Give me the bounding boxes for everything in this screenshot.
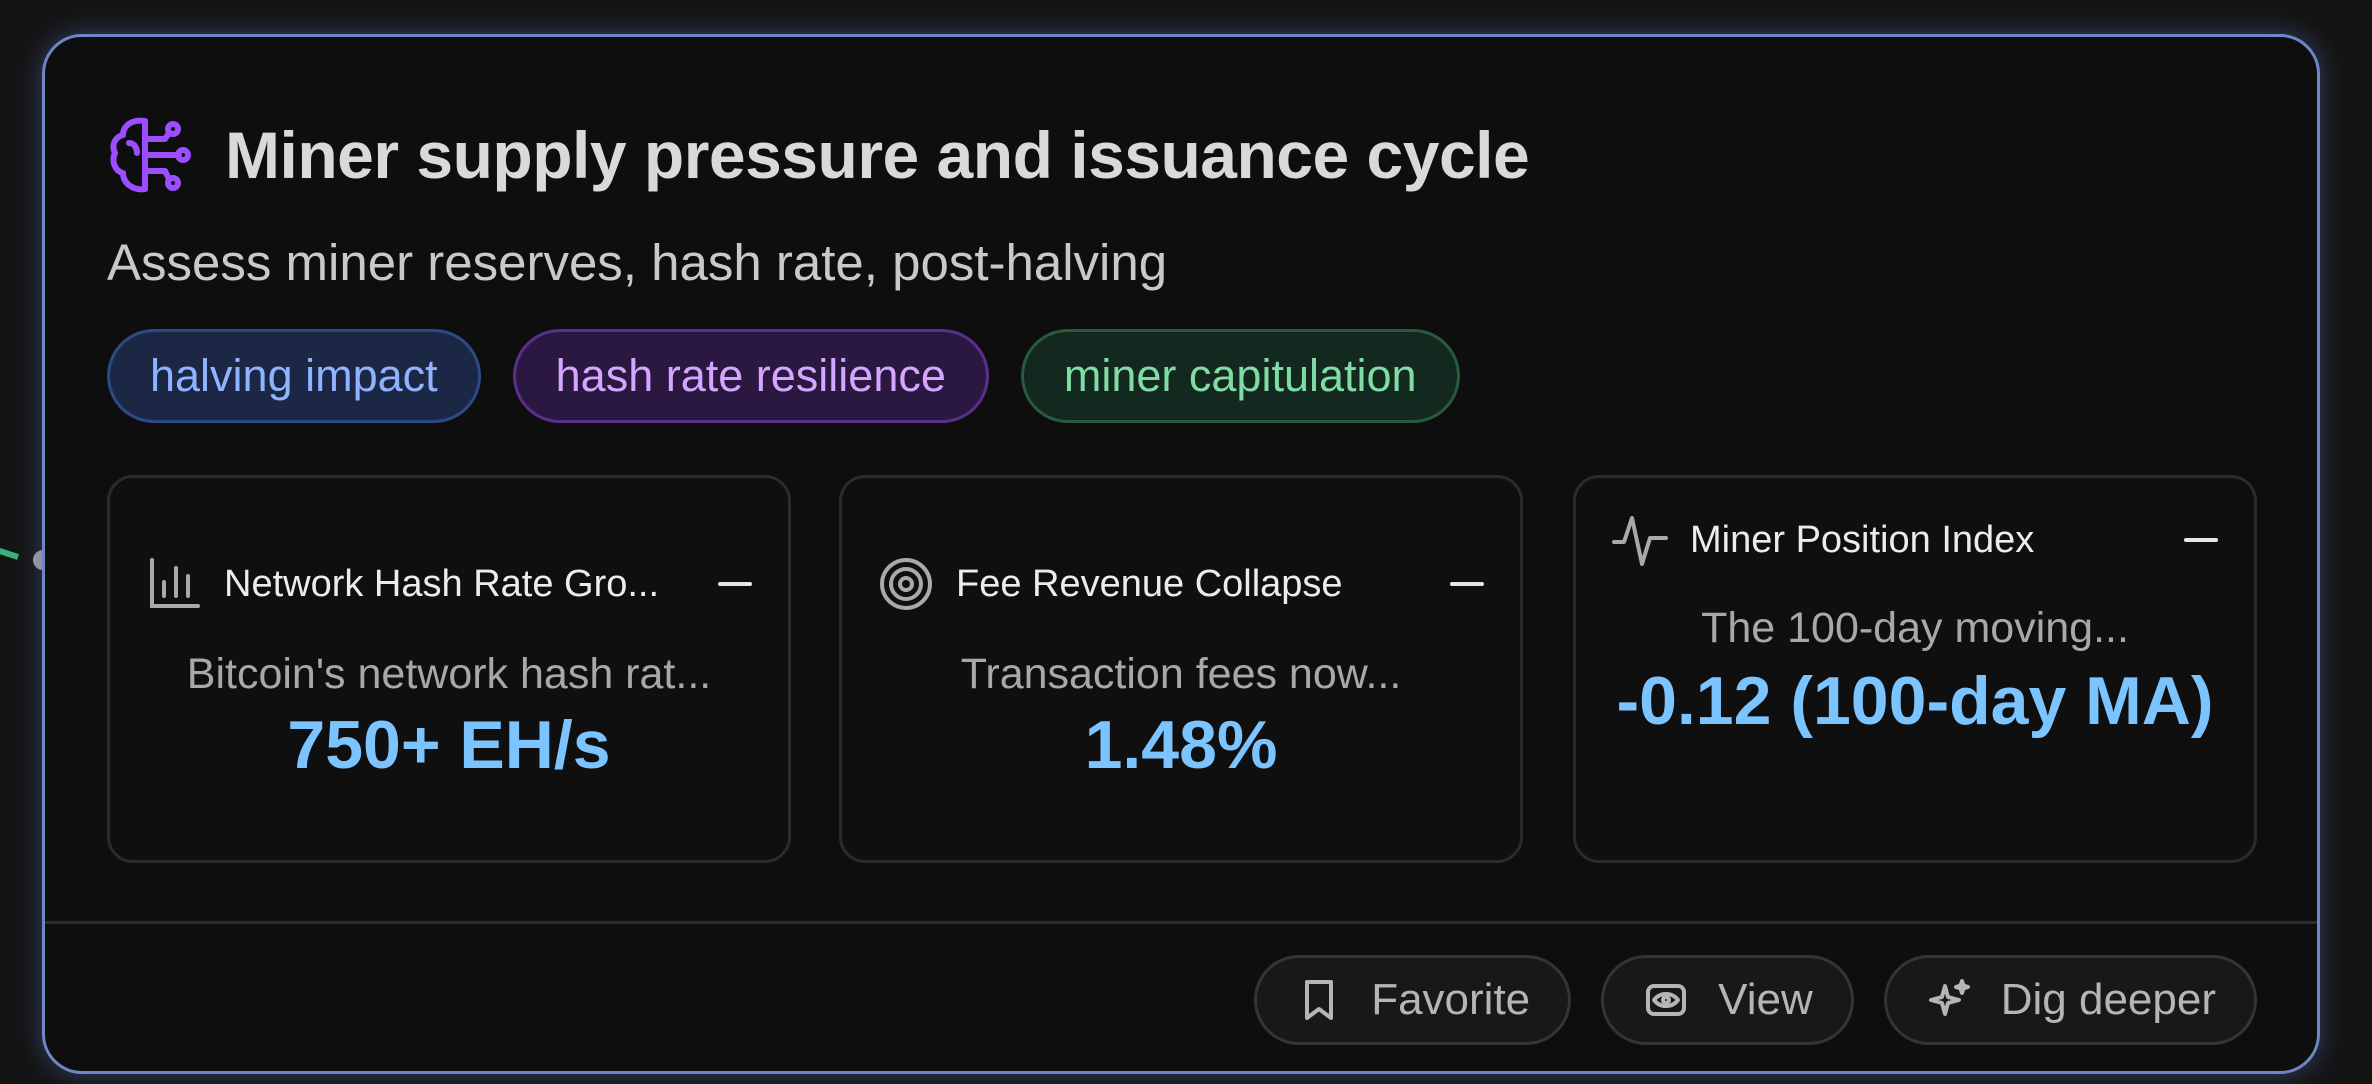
metric-label: Fee Revenue Collapse bbox=[956, 562, 1343, 605]
metric-label: Network Hash Rate Gro... bbox=[224, 562, 660, 605]
metric-value: 750+ EH/s bbox=[287, 707, 611, 783]
favorite-label: Favorite bbox=[1371, 975, 1531, 1024]
card-header: Miner supply pressure and issuance cycle bbox=[107, 113, 1530, 197]
card-title: Miner supply pressure and issuance cycle bbox=[225, 118, 1530, 192]
action-bar: Favorite View Dig deeper bbox=[1254, 955, 2257, 1045]
insight-card: Miner supply pressure and issuance cycle… bbox=[42, 34, 2320, 1074]
collapse-icon[interactable] bbox=[718, 582, 752, 586]
metric-header: Fee Revenue Collapse bbox=[878, 556, 1484, 612]
tag-miner-capitulation[interactable]: miner capitulation bbox=[1020, 329, 1460, 423]
activity-icon bbox=[1612, 516, 1668, 566]
target-icon bbox=[880, 558, 932, 610]
brain-icon bbox=[110, 117, 191, 193]
metric-card-miner-position[interactable]: Miner Position Index The 100-day moving.… bbox=[1573, 475, 2257, 863]
dig-deeper-button[interactable]: Dig deeper bbox=[1883, 955, 2257, 1045]
card-subtitle: Assess miner reserves, hash rate, post-h… bbox=[107, 234, 1168, 291]
view-label: View bbox=[1718, 975, 1813, 1024]
connector-line bbox=[0, 548, 20, 572]
bar-chart-icon bbox=[150, 558, 200, 608]
metric-card-hash-rate[interactable]: Network Hash Rate Gro... Bitcoin's netwo… bbox=[107, 475, 791, 863]
footer-divider bbox=[45, 921, 2317, 924]
collapse-icon[interactable] bbox=[2184, 538, 2218, 542]
view-button[interactable]: View bbox=[1601, 955, 1854, 1045]
tag-hash-rate-resilience[interactable]: hash rate resilience bbox=[512, 329, 989, 423]
collapse-icon[interactable] bbox=[1450, 582, 1484, 586]
metric-header: Miner Position Index bbox=[1612, 512, 2218, 568]
sparkles-icon bbox=[1928, 979, 1970, 1016]
metric-value: 1.48% bbox=[1084, 707, 1278, 783]
metric-description: Transaction fees now... bbox=[960, 650, 1402, 698]
tag-halving-impact[interactable]: halving impact bbox=[107, 329, 481, 423]
metric-card-fee-revenue[interactable]: Fee Revenue Collapse Transaction fees no… bbox=[839, 475, 1523, 863]
metric-description: The 100-day moving... bbox=[1701, 604, 2129, 652]
favorite-button[interactable]: Favorite bbox=[1254, 955, 1572, 1045]
tag-list: halving impact hash rate resilience mine… bbox=[107, 329, 1460, 423]
view-icon bbox=[1646, 984, 1687, 1016]
metric-label: Miner Position Index bbox=[1690, 518, 2035, 561]
dig-deeper-label: Dig deeper bbox=[2000, 975, 2216, 1024]
metric-description: Bitcoin's network hash rat... bbox=[186, 650, 712, 698]
bookmark-icon bbox=[1305, 980, 1334, 1020]
metric-header: Network Hash Rate Gro... bbox=[146, 556, 752, 612]
metric-value: -0.12 (100-day MA) bbox=[1616, 663, 2214, 739]
